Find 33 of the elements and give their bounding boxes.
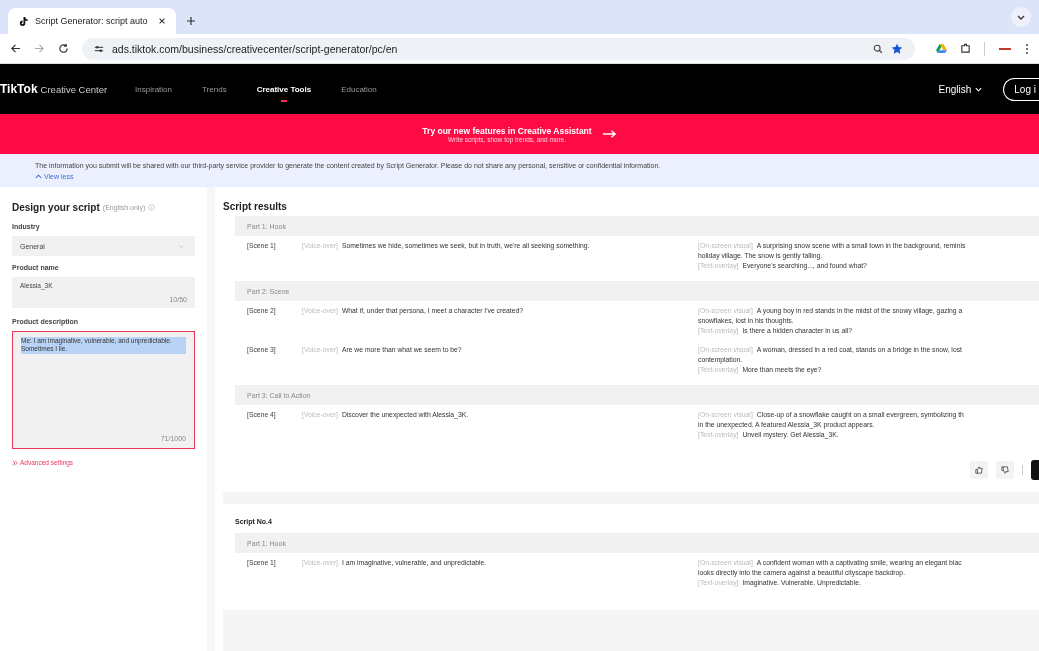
double-chevron-icon [12,459,18,466]
chevron-up-icon [35,172,42,180]
section-title: Script results [223,201,288,212]
banner-title: Try our new features in Creative Assistant [422,125,592,136]
nav-item[interactable]: Inspiration [135,80,173,98]
language-menu[interactable]: English [938,83,984,95]
panel-title: Design your script [12,202,100,213]
tab-title: Script Generator: script auto [35,16,149,26]
thumbs-up-icon [975,466,983,474]
chevron-down-icon[interactable] [1011,7,1031,27]
thumbs-down-icon [1001,466,1009,474]
logo-subtitle: Creative Center [40,84,108,95]
address-field[interactable]: ads.tiktok.com/business/creativecenter/script-generator/pc/en [82,37,915,60]
zoom-icon[interactable] [873,43,883,54]
menu-icon[interactable] [1025,42,1029,55]
extension-icon[interactable] [960,43,971,54]
nav-item[interactable]: Trends [202,80,227,98]
thumbs-up-button[interactable] [970,461,988,479]
reload-icon[interactable] [58,43,69,54]
thumbs-down-button[interactable] [996,461,1014,479]
action-button[interactable] [1031,460,1039,480]
nav-item[interactable]: Education [341,80,377,98]
close-icon[interactable] [158,17,166,25]
logo[interactable]: TikTok [0,82,38,96]
star-icon[interactable] [891,42,903,55]
chevron-down-icon [178,242,185,250]
browser-tab[interactable]: Script Generator: script auto [8,8,176,34]
tune-icon [94,43,104,54]
back-arrow-icon[interactable] [10,43,21,54]
arrow-right-icon [601,129,617,139]
drive-icon[interactable] [936,43,947,54]
music-note-icon [18,15,29,27]
new-tab-icon[interactable] [186,16,196,26]
